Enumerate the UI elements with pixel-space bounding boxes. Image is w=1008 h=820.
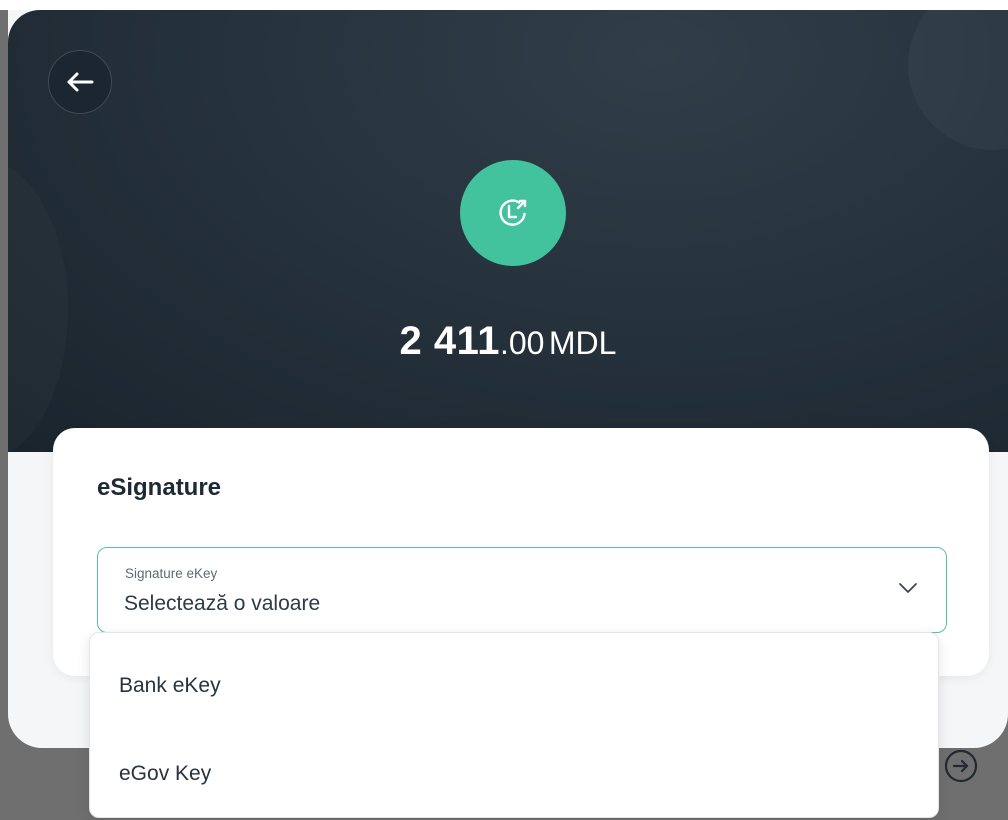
select-label: Signature eKey [125,566,218,581]
arrow-right-circle-icon[interactable] [943,748,979,784]
page-top-strip [0,0,1008,10]
esignature-title: eSignature [97,474,222,501]
amount-integer: 2 411 [399,319,500,363]
option-egov-key[interactable]: eGov Key [90,739,938,809]
signature-ekey-select[interactable]: Signature eKey Selectează o valoare [97,547,947,633]
amount-currency: MDL [548,325,617,361]
select-placeholder: Selectează o valoare [124,592,321,615]
amount-decimal: .00 [499,325,545,361]
decorative-circle [908,10,1008,150]
decorative-circle [8,160,68,452]
transaction-status-badge [460,160,566,266]
signature-options-dropdown: Bank eKey eGov Key [89,632,939,818]
chevron-down-icon[interactable] [896,576,920,600]
hero-header: 2 411.00 MDL [8,10,1008,452]
transaction-amount: 2 411.00 MDL [8,318,1008,373]
option-bank-ekey[interactable]: Bank eKey [90,651,938,721]
arrow-left-icon [67,72,94,92]
clock-arrow-icon [499,199,527,226]
back-button[interactable] [48,50,112,114]
